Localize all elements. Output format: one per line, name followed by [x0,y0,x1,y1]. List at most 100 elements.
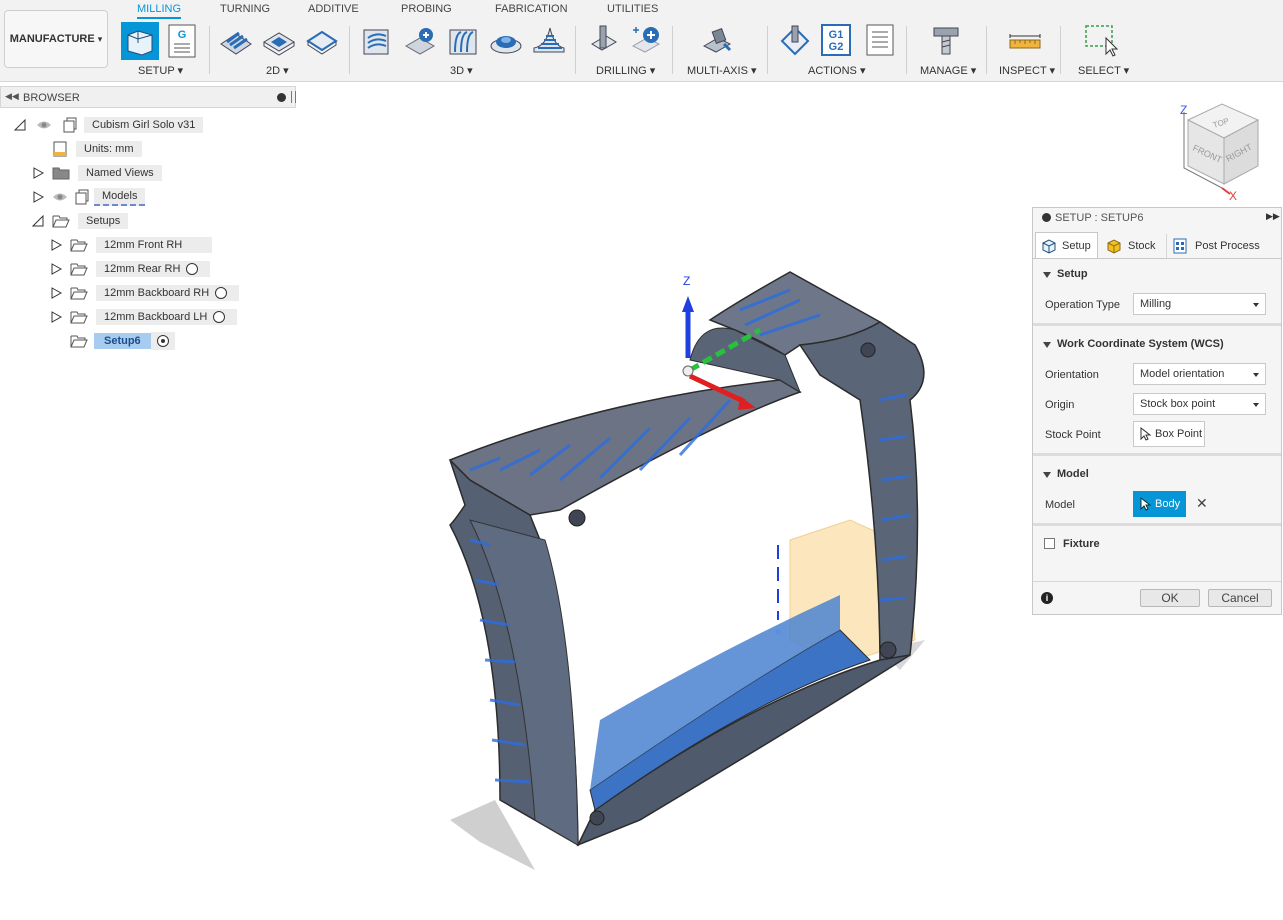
toolbar-divider [1060,26,1061,74]
drill-icon[interactable] [586,24,620,58]
footer-divider [1033,581,1281,582]
stock-tab-icon [1107,239,1121,254]
mount-hole [860,342,876,358]
origin-dropdown[interactable]: Stock box point [1133,393,1266,415]
3d-steep-shallow-icon[interactable] [532,24,566,58]
3d-parallel-icon[interactable] [446,24,480,58]
collapse-triangle-icon[interactable] [1043,272,1051,278]
toolbar-divider [906,26,907,74]
collapse-triangle-icon[interactable] [1043,342,1051,348]
group-3d-menu[interactable]: 3D ▾ [450,64,473,77]
toolbar-divider [209,26,210,74]
tab-milling[interactable]: MILLING [137,3,182,19]
mount-hole [568,509,586,527]
group-2d-menu[interactable]: 2D ▾ [266,64,289,77]
setup-tab-icon [1042,238,1056,254]
section-divider [1033,523,1281,526]
triad-z-label: Z [683,274,690,288]
group-setup-menu[interactable]: SETUP ▾ [138,64,183,77]
orientation-label: Orientation [1045,369,1099,381]
section-setup-title[interactable]: Setup [1057,268,1088,280]
view-cube[interactable]: TOP FRONT RIGHT Z X [1180,103,1260,203]
tab-probing[interactable]: PROBING [401,3,452,15]
cancel-button[interactable]: Cancel [1208,589,1272,607]
simulate-icon[interactable] [778,24,812,58]
orientation-dropdown[interactable]: Model orientation [1133,363,1266,385]
setup-sheet-icon[interactable] [866,24,894,56]
operation-type-dropdown[interactable]: Milling [1133,293,1266,315]
ok-button[interactable]: OK [1140,589,1200,607]
operation-type-label: Operation Type [1045,299,1121,311]
model-value: Body [1155,498,1181,510]
group-manage-menu[interactable]: MANAGE ▾ [920,64,976,77]
group-select-menu[interactable]: SELECT ▾ [1078,64,1129,77]
workspace-switcher[interactable]: MANUFACTURE ▾ [4,10,108,68]
3d-adaptive-icon[interactable] [360,24,394,58]
ok-label: OK [1161,591,1179,605]
group-multi-axis-menu[interactable]: MULTI-AXIS ▾ [687,64,757,77]
toolbar-divider [672,26,673,74]
2d-adaptive-icon[interactable] [219,24,253,58]
dialog-menu-icon[interactable] [1042,213,1051,222]
setup-dialog: SETUP : SETUP6 ▶▶ Setup Stock Post Proce… [1032,207,1282,615]
toolbar-divider [575,26,576,74]
section-fixture-title[interactable]: Fixture [1063,538,1100,550]
chevron-down-icon [1253,303,1259,307]
multi-axis-icon[interactable] [700,24,734,58]
2d-pocket-icon[interactable] [262,24,296,58]
view-cube-z: Z [1180,103,1187,117]
toolbar: MANUFACTURE ▾ MILLING TURNING ADDITIVE P… [0,0,1283,82]
gcode-line-1: G1 [829,29,844,41]
tool-library-icon[interactable] [929,24,963,58]
tab-setup[interactable]: Setup [1035,232,1098,258]
group-actions-menu[interactable]: ACTIONS ▾ [808,64,865,77]
dialog-title: SETUP : SETUP6 [1055,212,1144,224]
operation-type-value: Milling [1140,298,1172,310]
nc-program-icon[interactable]: G [168,24,196,58]
tab-utilities[interactable]: UTILITIES [607,3,658,15]
tab-post-process[interactable]: Post Process [1166,234,1267,258]
mount-hole [879,641,897,659]
origin-label: Origin [1045,399,1075,411]
collapse-triangle-icon[interactable] [1043,472,1051,478]
view-cube-x: X [1229,189,1237,203]
tab-fabrication[interactable]: FABRICATION [495,3,568,15]
hole-recognition-icon[interactable] [629,24,663,58]
cancel-label: Cancel [1221,591,1259,605]
tab-stock[interactable]: Stock [1101,234,1163,258]
section-model-title[interactable]: Model [1057,468,1089,480]
3d-pocket-icon[interactable] [403,24,437,58]
info-icon[interactable]: i [1041,592,1053,604]
new-setup-icon[interactable] [121,22,159,60]
3d-scallop-icon[interactable] [489,24,523,58]
expand-dialog-icon[interactable]: ▶▶ [1266,211,1280,222]
group-drilling-menu[interactable]: DRILLING ▾ [596,64,655,77]
cursor-arrow-icon [1140,497,1152,511]
dialog-header[interactable]: SETUP : SETUP6 ▶▶ [1033,208,1281,228]
section-divider [1033,323,1281,326]
2d-contour-icon[interactable] [305,24,339,58]
tab-additive[interactable]: ADDITIVE [308,3,359,15]
section-wcs-title[interactable]: Work Coordinate System (WCS) [1057,338,1224,350]
clear-selection-icon[interactable]: ✕ [1196,495,1208,512]
orientation-value: Model orientation [1140,368,1225,380]
origin-value: Stock box point [1140,398,1216,410]
tab-setup-label: Setup [1062,239,1091,252]
stock-point-value: Box Point [1155,428,1203,440]
workspace-label: MANUFACTURE [9,33,95,45]
section-divider [1033,453,1281,456]
window-select-icon[interactable] [1084,24,1118,58]
fixture-checkbox[interactable] [1044,538,1055,549]
group-inspect-menu[interactable]: INSPECT ▾ [999,64,1055,77]
measure-icon[interactable] [1008,24,1042,58]
gcode-letter: G [178,29,187,41]
toolbar-divider [986,26,987,74]
stock-point-selector[interactable]: Box Point [1133,421,1205,447]
toolbar-divider [349,26,350,74]
post-process-tab-icon [1173,238,1187,254]
model-selector[interactable]: Body [1133,491,1186,517]
post-process-icon[interactable]: G1 G2 [821,24,851,56]
gcode-line-2: G2 [829,41,844,53]
tab-turning[interactable]: TURNING [220,3,270,15]
model-label: Model [1045,499,1075,511]
